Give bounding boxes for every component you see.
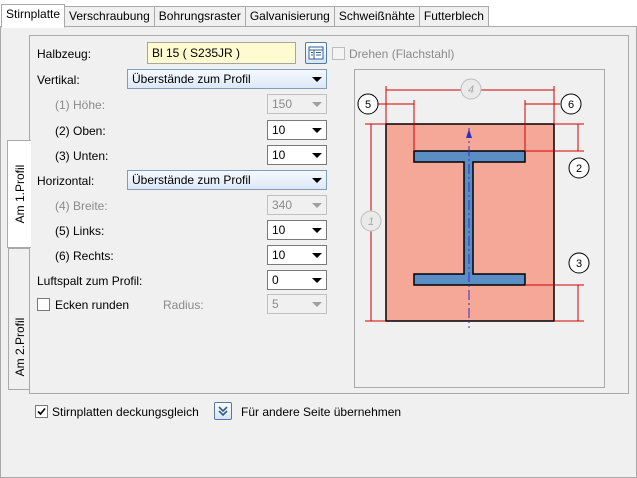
tab-galvanisierung[interactable]: Galvanisierung: [244, 6, 335, 26]
links-value: 10: [272, 223, 286, 237]
luftspalt-select[interactable]: 0: [267, 270, 327, 290]
dimension-4-label: 4: [468, 84, 474, 96]
horizontal-label: Horizontal:: [37, 174, 95, 188]
chevron-down-icon: [312, 203, 322, 208]
radius-value: 5: [272, 297, 279, 311]
double-chevron-down-icon: [218, 406, 228, 417]
halbzeug-label: Halbzeug:: [37, 47, 92, 61]
breite-label: (4) Breite:: [55, 199, 108, 213]
rechts-label: (6) Rechts:: [55, 249, 114, 263]
oben-select[interactable]: 10: [267, 120, 327, 140]
tab-am-1-profil-label: Am 1.Profil: [12, 164, 27, 224]
uebernehmen-button[interactable]: [214, 402, 232, 420]
breite-value: 340: [272, 198, 293, 212]
unten-value: 10: [272, 148, 286, 162]
chevron-down-icon: [312, 278, 322, 283]
chevron-down-icon: [312, 253, 322, 258]
dimension-6-label: 6: [568, 99, 574, 111]
chevron-down-icon: [312, 102, 322, 107]
chevron-down-icon: [312, 153, 322, 158]
tab-verschraubung[interactable]: Verschraubung: [64, 6, 155, 26]
end-plate-diagram: 4 1 5 6 2 3: [357, 78, 590, 328]
luftspalt-value: 0: [272, 273, 279, 287]
dimension-3-label: 3: [576, 258, 582, 270]
tab-am-1-profil[interactable]: Am 1.Profil: [7, 140, 31, 248]
side-tab-bar: Am 1.Profil Am 2.Profil: [7, 140, 31, 390]
oben-label: (2) Oben:: [55, 124, 106, 138]
tab-am-2-profil-label: Am 2.Profil: [12, 317, 27, 377]
chevron-down-icon: [312, 302, 322, 307]
top-tab-bar: Stirnplatte Verschraubung Bohrungsraster…: [1, 4, 489, 28]
vertikal-select[interactable]: Überstände zum Profil: [127, 69, 327, 89]
halbzeug-browse-button[interactable]: [305, 42, 327, 64]
drehen-label: Drehen (Flachstahl): [349, 47, 455, 61]
vertikal-value: Überstände zum Profil: [132, 72, 251, 86]
chevron-down-icon: [312, 128, 322, 133]
tab-bohrungsraster[interactable]: Bohrungsraster: [153, 6, 246, 26]
dimension-2-label: 2: [576, 163, 582, 175]
checkmark-icon: [37, 407, 46, 416]
tab-futterblech[interactable]: Futterblech: [418, 6, 489, 26]
breite-select[interactable]: 340: [267, 195, 327, 215]
chevron-down-icon: [312, 228, 322, 233]
horizontal-value: Überstände zum Profil: [132, 173, 251, 187]
tab-am-2-profil[interactable]: Am 2.Profil: [8, 248, 30, 390]
radius-select[interactable]: 5: [267, 294, 327, 314]
uebernehmen-label: Für andere Seite übernehmen: [241, 405, 402, 419]
table-icon: [308, 46, 324, 60]
hoehe-select[interactable]: 150: [267, 94, 327, 114]
ecken-runden-label: Ecken runden: [55, 298, 130, 312]
dimension-5-label: 5: [365, 99, 371, 111]
chevron-down-icon: [312, 77, 322, 82]
vertikal-label: Vertikal:: [37, 73, 80, 87]
deckungsgleich-label: Stirnplatten deckungsgleich: [52, 405, 199, 419]
ecken-runden-checkbox[interactable]: [37, 298, 50, 311]
hoehe-value: 150: [272, 97, 293, 111]
rechts-value: 10: [272, 248, 286, 262]
horizontal-select[interactable]: Überstände zum Profil: [127, 170, 327, 190]
dimension-1-label: 1: [368, 216, 374, 228]
halbzeug-field[interactable]: Bl 15 ( S235JR ): [147, 42, 296, 64]
drehen-checkbox[interactable]: [332, 47, 345, 60]
unten-label: (3) Unten:: [55, 149, 109, 163]
luftspalt-label: Luftspalt zum Profil:: [37, 274, 143, 288]
deckungsgleich-checkbox[interactable]: [35, 405, 48, 418]
tab-stirnplatte[interactable]: Stirnplatte: [1, 4, 66, 28]
oben-value: 10: [272, 123, 286, 137]
rechts-select[interactable]: 10: [267, 245, 327, 265]
tab-schweissnaehte[interactable]: Schweißnähte: [333, 6, 420, 26]
chevron-down-icon: [312, 178, 322, 183]
radius-label: Radius:: [163, 298, 204, 312]
hoehe-label: (1) Höhe:: [55, 98, 106, 112]
links-label: (5) Links:: [55, 224, 105, 238]
links-select[interactable]: 10: [267, 220, 327, 240]
unten-select[interactable]: 10: [267, 145, 327, 165]
